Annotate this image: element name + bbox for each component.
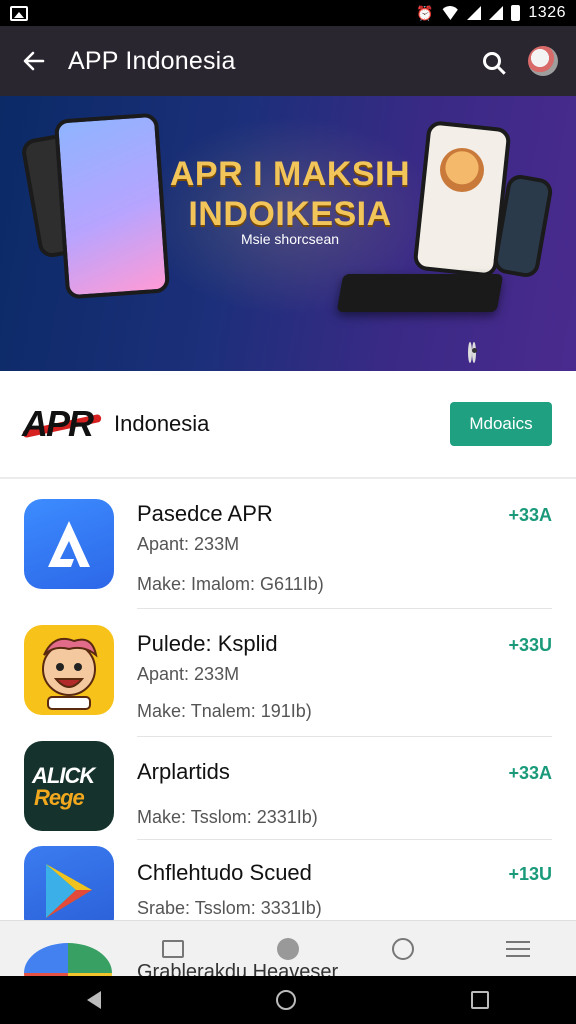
wifi-icon bbox=[441, 6, 459, 20]
system-back-icon[interactable] bbox=[87, 991, 102, 1009]
menu-icon bbox=[506, 940, 531, 957]
publisher-logo-text: APR bbox=[22, 403, 94, 444]
app-size: Make: Tsslom: 2331Ib) bbox=[137, 807, 318, 827]
app-a-icon bbox=[24, 499, 114, 589]
home-dot-icon bbox=[276, 937, 299, 960]
status-bar: ⏰ 1326 bbox=[0, 0, 576, 26]
alarm-icon: ⏰ bbox=[415, 4, 434, 21]
list-item[interactable]: ALICK Rege Arplartids Make: Tsslom: 2331… bbox=[0, 737, 576, 840]
clock: 1326 bbox=[528, 4, 566, 21]
page-title: APP Indonesia bbox=[68, 46, 236, 75]
app-name: Chflehtudo Scued bbox=[137, 860, 312, 885]
promo-banner[interactable]: APR I MAKSIH INDOIKESIA Msie shorcsean bbox=[0, 96, 576, 371]
system-nav-bar bbox=[0, 976, 576, 1024]
list-item[interactable]: Pulede: Ksplid Apant: 233M Make: Tnalem:… bbox=[0, 609, 576, 737]
banner-headline-line2: INDOIKESIA bbox=[188, 195, 392, 233]
app-list: Pasedce APR Apant: 233M Make: Imalom: G6… bbox=[0, 479, 576, 936]
folder-icon bbox=[161, 939, 184, 958]
nav-home[interactable] bbox=[258, 924, 318, 974]
app-size: Make: Imalom: G611Ib) bbox=[137, 574, 324, 594]
list-item[interactable]: Pasedce APR Apant: 233M Make: Imalom: G6… bbox=[0, 479, 576, 609]
system-recents-icon[interactable] bbox=[470, 991, 489, 1009]
search-button[interactable] bbox=[470, 39, 514, 83]
search-icon bbox=[483, 52, 501, 70]
app-rating-change: +13U bbox=[508, 864, 552, 884]
banner-subline: Msie shorcsean bbox=[240, 231, 340, 247]
battery-icon bbox=[511, 5, 521, 21]
app-name: Arplartids bbox=[137, 759, 230, 784]
publisher-row: APR Indonesia Mdoaics bbox=[0, 371, 576, 479]
publisher-logo: APR bbox=[22, 402, 104, 446]
banner-keyboard-image bbox=[336, 274, 504, 312]
app-size: Make: Tnalem: 191Ib) bbox=[137, 701, 312, 721]
list-item[interactable]: Chflehtudo Scued Srabe: Tsslom: 3331Ib) … bbox=[0, 840, 576, 936]
app-installs: Apant: 233M bbox=[137, 664, 240, 684]
alick-logo-icon: ALICK Rege bbox=[24, 741, 114, 831]
nav-menu[interactable] bbox=[488, 924, 548, 974]
app-rating-change: +33U bbox=[508, 635, 552, 655]
publisher-action-button[interactable]: Mdoaics bbox=[450, 402, 552, 446]
app-rating-change: +33A bbox=[508, 763, 552, 783]
bottom-nav: Grablerakdu Heaveser bbox=[0, 920, 576, 976]
nav-search[interactable] bbox=[373, 924, 433, 974]
gallery-notification-icon bbox=[10, 5, 28, 21]
signal-icon bbox=[467, 6, 482, 20]
back-button[interactable] bbox=[0, 26, 68, 96]
banner-cat-image bbox=[440, 148, 484, 192]
nav-files[interactable] bbox=[143, 924, 203, 974]
banner-headline: APR I MAKSIH INDOIKESIA bbox=[150, 154, 430, 234]
arrow-left-icon bbox=[23, 51, 45, 71]
alick-icon-text-bottom: Rege bbox=[34, 785, 85, 810]
app-rating-change: +33A bbox=[508, 505, 552, 525]
app-installs: Apant: 233M bbox=[137, 534, 240, 554]
banner-headline-line1: APR I MAKSIH bbox=[169, 155, 411, 193]
app-size: Srabe: Tsslom: 3331Ib) bbox=[137, 898, 322, 918]
app-bar: APP Indonesia bbox=[0, 26, 576, 96]
system-home-icon[interactable] bbox=[275, 990, 296, 1010]
publisher-name: Indonesia bbox=[114, 411, 210, 436]
app-name: Pulede: Ksplid bbox=[137, 631, 278, 656]
signal-icon-2 bbox=[489, 6, 504, 20]
avatar[interactable] bbox=[528, 46, 558, 76]
cartoon-face-icon bbox=[24, 625, 114, 715]
circle-icon bbox=[392, 937, 415, 960]
app-name: Pasedce APR bbox=[137, 501, 273, 526]
